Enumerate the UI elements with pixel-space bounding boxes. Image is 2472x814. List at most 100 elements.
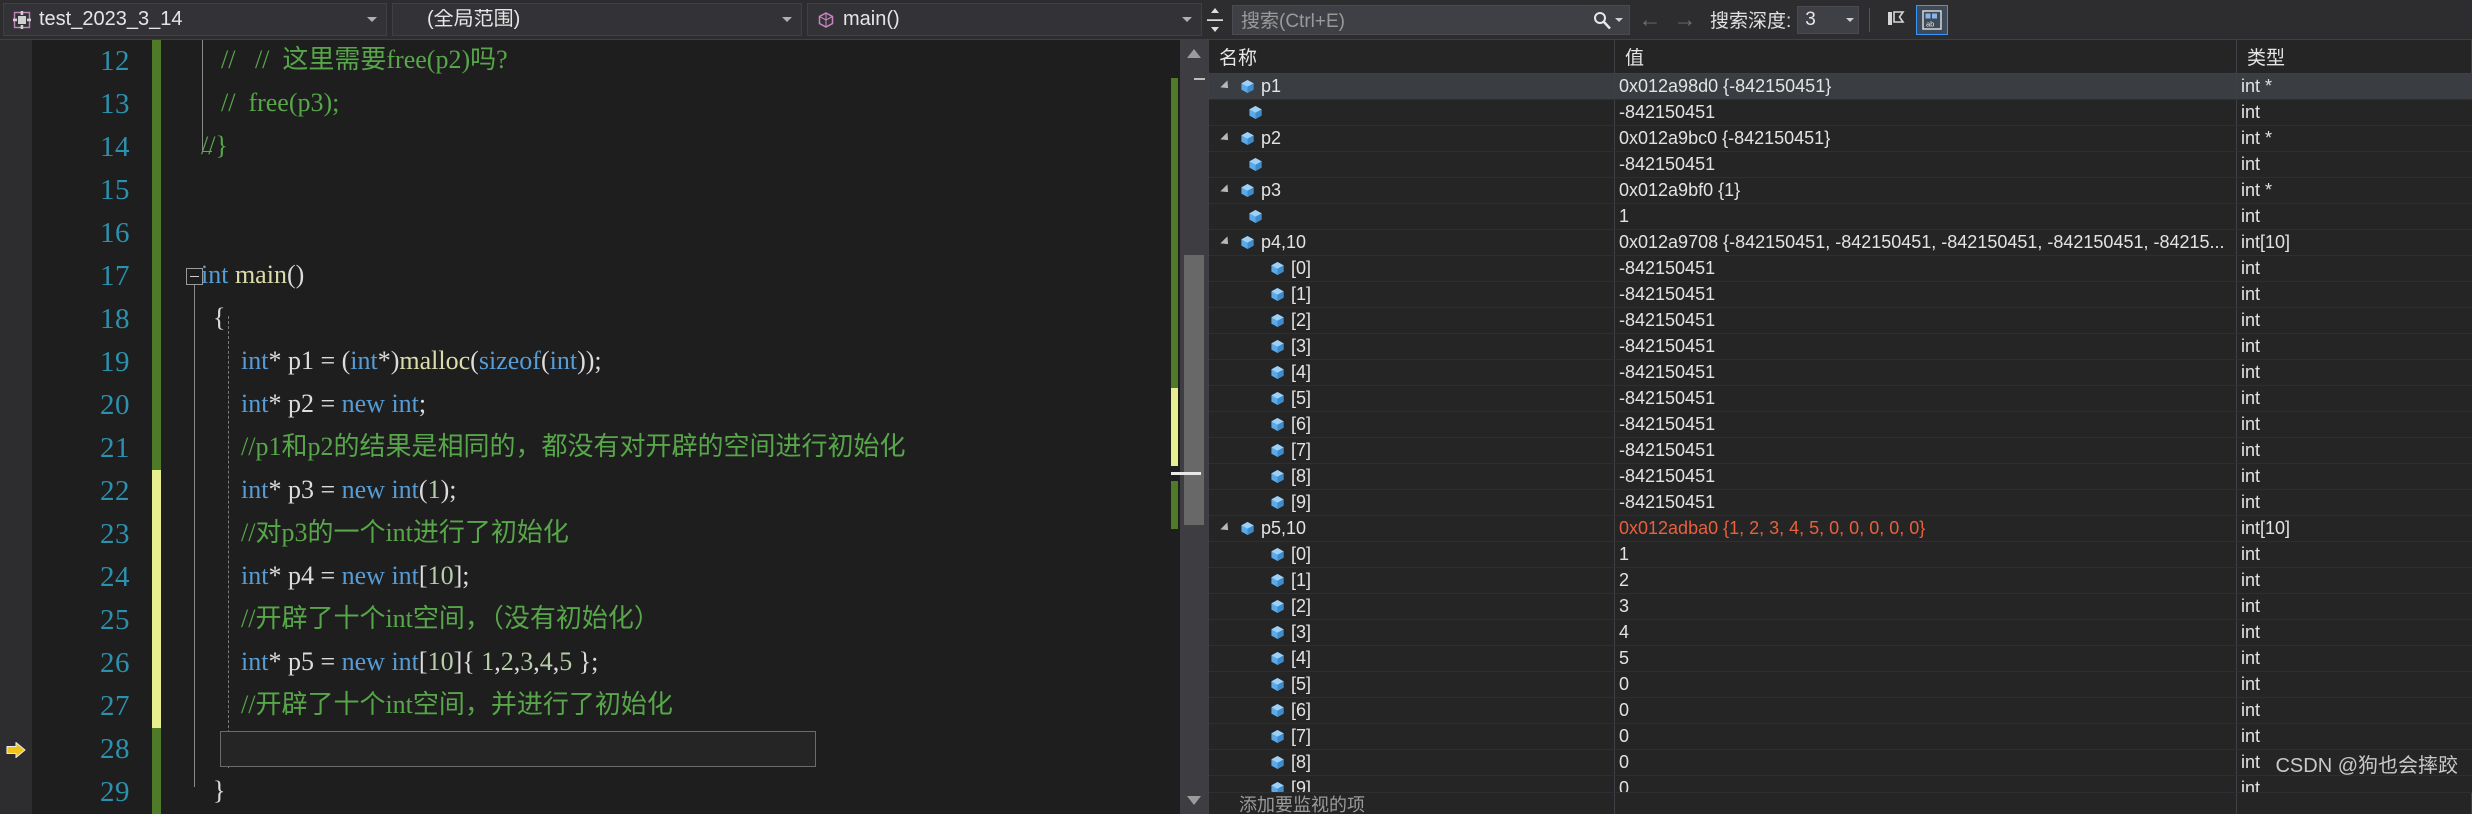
watch-name-cell[interactable]: [8] xyxy=(1209,749,1615,775)
chevron-down-icon[interactable] xyxy=(364,4,380,35)
expand-collapse-triangle-icon[interactable] xyxy=(1215,237,1237,247)
watch-row[interactable]: [7] -842150451 int xyxy=(1209,437,2472,464)
code-line[interactable]: 15 xyxy=(32,169,1180,212)
watch-value-cell[interactable]: 4 xyxy=(1615,619,2237,645)
watch-row[interactable]: [9] -842150451 int xyxy=(1209,489,2472,516)
code-line[interactable]: 22 int* p3 = new int(1); xyxy=(32,470,1180,513)
watch-value-cell[interactable]: 0x012a9708 {-842150451, -842150451, -842… xyxy=(1615,229,2237,255)
watch-name-cell[interactable]: [1] xyxy=(1209,567,1615,593)
watch-name-cell[interactable]: p5,10 xyxy=(1209,515,1615,541)
scroll-down-button[interactable] xyxy=(1180,788,1208,814)
watch-name-cell[interactable]: p3 xyxy=(1209,177,1615,203)
watch-value-cell[interactable]: -842150451 xyxy=(1615,411,2237,437)
column-header-type[interactable]: 类型 xyxy=(2237,40,2472,73)
watch-name-cell[interactable]: [7] xyxy=(1209,723,1615,749)
code-line[interactable]: 26 int* p5 = new int[10]{ 1,2,3,4,5 }; xyxy=(32,642,1180,685)
watch-row[interactable]: [0] 1 int xyxy=(1209,541,2472,568)
chevron-down-icon[interactable] xyxy=(1844,7,1856,33)
code-line[interactable]: 24 int* p4 = new int[10]; xyxy=(32,556,1180,599)
add-watch-placeholder[interactable]: 添加要监视的项 xyxy=(1209,793,1615,814)
code-line[interactable]: 13 // free(p3); xyxy=(32,83,1180,126)
watch-value-cell[interactable]: 3 xyxy=(1615,593,2237,619)
watch-name-cell[interactable]: [4] xyxy=(1209,645,1615,671)
watch-row[interactable]: [8] 0 int xyxy=(1209,749,2472,776)
watch-row[interactable]: [4] -842150451 int xyxy=(1209,359,2472,386)
watch-name-cell[interactable]: [7] xyxy=(1209,437,1615,463)
watch-name-cell[interactable] xyxy=(1209,99,1615,125)
watch-value-cell[interactable]: -842150451 xyxy=(1615,463,2237,489)
watch-value-cell[interactable]: 1 xyxy=(1615,203,2237,229)
watch-name-cell[interactable]: [4] xyxy=(1209,359,1615,385)
code-line[interactable]: 29} xyxy=(32,771,1180,814)
watch-value-cell[interactable]: 1 xyxy=(1615,541,2237,567)
watch-value-cell[interactable]: 0x012adba0 {1, 2, 3, 4, 5, 0, 0, 0, 0, 0… xyxy=(1615,515,2237,541)
watch-value-cell[interactable]: 0 xyxy=(1615,775,2237,792)
watch-name-cell[interactable] xyxy=(1209,203,1615,229)
watch-value-cell[interactable]: 0 xyxy=(1615,671,2237,697)
code-line[interactable]: 19 int* p1 = (int*)malloc(sizeof(int)); xyxy=(32,341,1180,384)
watch-row[interactable]: [9] 0 int xyxy=(1209,775,2472,792)
watch-value-cell[interactable]: 0 xyxy=(1615,697,2237,723)
watch-row[interactable]: p5,10 0x012adba0 {1, 2, 3, 4, 5, 0, 0, 0,… xyxy=(1209,515,2472,542)
watch-value-cell[interactable]: -842150451 xyxy=(1615,151,2237,177)
expand-collapse-triangle-icon[interactable] xyxy=(1215,185,1237,195)
watch-name-cell[interactable]: [6] xyxy=(1209,411,1615,437)
code-line[interactable]: 28 return 0; 已用时间 <= 1ms xyxy=(32,728,1180,771)
watch-value-cell[interactable]: 0 xyxy=(1615,723,2237,749)
code-line[interactable]: 27 //开辟了十个int空间，并进行了初始化 xyxy=(32,685,1180,728)
watch-search-box[interactable]: 搜索(Ctrl+E) xyxy=(1232,4,1630,35)
pane-splitter-handle[interactable] xyxy=(1204,0,1226,39)
watch-name-cell[interactable]: [0] xyxy=(1209,255,1615,281)
code-line[interactable]: 16 xyxy=(32,212,1180,255)
watch-value-cell[interactable]: -842150451 xyxy=(1615,281,2237,307)
watch-value-cell[interactable]: 5 xyxy=(1615,645,2237,671)
code-line[interactable]: 18 { xyxy=(32,298,1180,341)
project-combo[interactable]: test_2023_3_14 xyxy=(3,3,387,36)
watch-row[interactable]: [8] -842150451 int xyxy=(1209,463,2472,490)
code-line[interactable]: 21 //p1和p2的结果是相同的，都没有对开辟的空间进行初始化 xyxy=(32,427,1180,470)
search-next-button[interactable]: → xyxy=(1670,5,1700,35)
watch-row[interactable]: p2 0x012a9bc0 {-842150451} int * xyxy=(1209,125,2472,152)
watch-name-cell[interactable]: [3] xyxy=(1209,619,1615,645)
pin-icon[interactable] xyxy=(1880,5,1912,35)
watch-name-cell[interactable]: [2] xyxy=(1209,593,1615,619)
code-line[interactable]: 20 int* p2 = new int; xyxy=(32,384,1180,427)
watch-name-cell[interactable]: [9] xyxy=(1209,489,1615,515)
watch-row[interactable]: -842150451 int xyxy=(1209,151,2472,178)
watch-value-cell[interactable]: -842150451 xyxy=(1615,99,2237,125)
watch-name-cell[interactable]: [9] xyxy=(1209,775,1615,792)
scrollbar-thumb[interactable] xyxy=(1184,255,1204,525)
watch-row[interactable]: [0] -842150451 int xyxy=(1209,255,2472,282)
watch-row[interactable]: p3 0x012a9bf0 {1} int * xyxy=(1209,177,2472,204)
watch-value-cell[interactable]: -842150451 xyxy=(1615,307,2237,333)
watch-name-cell[interactable]: p4,10 xyxy=(1209,229,1615,255)
watch-value-cell[interactable]: -842150451 xyxy=(1615,437,2237,463)
watch-row[interactable]: [6] 0 int xyxy=(1209,697,2472,724)
watch-value-cell[interactable]: -842150451 xyxy=(1615,489,2237,515)
collapse-region-toggle[interactable] xyxy=(186,268,203,285)
watch-name-cell[interactable]: [2] xyxy=(1209,307,1615,333)
watch-row[interactable]: [3] -842150451 int xyxy=(1209,333,2472,360)
code-line[interactable]: 25 //开辟了十个int空间，（没有初始化） xyxy=(32,599,1180,642)
watch-value-cell[interactable]: 0x012a98d0 {-842150451} xyxy=(1615,73,2237,99)
watch-name-cell[interactable]: [5] xyxy=(1209,385,1615,411)
search-prev-button[interactable]: ← xyxy=(1635,5,1665,35)
scope-combo[interactable]: (全局范围) xyxy=(392,3,802,36)
expand-collapse-triangle-icon[interactable] xyxy=(1215,523,1237,533)
watch-row[interactable]: 1 int xyxy=(1209,203,2472,230)
watch-row[interactable]: [2] 3 int xyxy=(1209,593,2472,620)
watch-row[interactable]: -842150451 int xyxy=(1209,99,2472,126)
watch-name-cell[interactable]: [6] xyxy=(1209,697,1615,723)
watch-name-cell[interactable]: [0] xyxy=(1209,541,1615,567)
function-combo[interactable]: main() xyxy=(807,3,1202,36)
chevron-down-icon[interactable] xyxy=(779,4,795,35)
watch-value-cell[interactable]: -842150451 xyxy=(1615,359,2237,385)
watch-row[interactable]: [1] -842150451 int xyxy=(1209,281,2472,308)
watch-name-cell[interactable] xyxy=(1209,151,1615,177)
scroll-up-button[interactable] xyxy=(1180,40,1208,66)
column-header-name[interactable]: 名称 xyxy=(1209,40,1615,73)
watch-name-cell[interactable]: p1 xyxy=(1209,73,1615,99)
code-line[interactable]: 12 // // 这里需要free(p2)吗? xyxy=(32,40,1180,83)
expand-collapse-triangle-icon[interactable] xyxy=(1215,133,1237,143)
watch-value-cell[interactable]: -842150451 xyxy=(1615,255,2237,281)
